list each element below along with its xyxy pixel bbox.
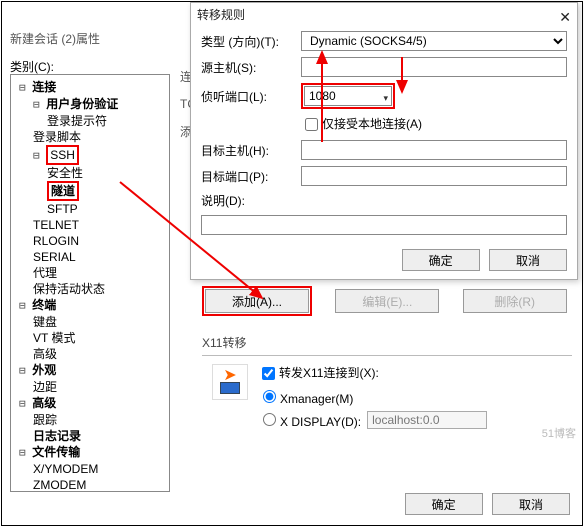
tree-item-xymodem[interactable]: X/YMODEM bbox=[13, 461, 167, 477]
dst-port-input bbox=[301, 166, 567, 186]
listen-port-label: 侦听端口(L): bbox=[201, 88, 301, 105]
tree-item-advanced1[interactable]: 高级 bbox=[13, 346, 167, 362]
tree-item-appearance[interactable]: ⊟ 外观 bbox=[13, 362, 167, 379]
tree-item-login-script[interactable]: 登录脚本 bbox=[13, 129, 167, 145]
listen-port-input[interactable] bbox=[304, 86, 392, 106]
xmanager-radio[interactable]: Xmanager(M) bbox=[258, 387, 353, 406]
category-tree[interactable]: ⊟ 连接 ⊟ 用户身份验证 登录提示符 登录脚本 ⊟ SSH 安全性 隧道 SF… bbox=[10, 74, 170, 492]
collapse-icon: ⊟ bbox=[33, 149, 46, 162]
close-icon[interactable]: ✕ bbox=[559, 5, 571, 29]
window-title: 新建会话 (2)属性 bbox=[10, 30, 100, 47]
forward-x11-checkbox[interactable]: 转发X11连接到(X): bbox=[258, 364, 379, 383]
tree-item-margin[interactable]: 边距 bbox=[13, 379, 167, 395]
tree-item-filetransfer[interactable]: ⊟ 文件传输 bbox=[13, 444, 167, 461]
tree-item-terminal[interactable]: ⊟ 终端 bbox=[13, 297, 167, 314]
dialog-ok-button[interactable]: 确定 bbox=[402, 249, 480, 271]
tree-item-tunnel[interactable]: 隧道 bbox=[13, 181, 167, 201]
tree-item-keyboard[interactable]: 键盘 bbox=[13, 314, 167, 330]
tree-item-trace[interactable]: 跟踪 bbox=[13, 412, 167, 428]
xmanager-icon: ➤ bbox=[212, 364, 248, 400]
xdisplay-input bbox=[367, 411, 487, 429]
dst-host-label: 目标主机(H): bbox=[201, 142, 301, 159]
tree-item-proxy[interactable]: 代理 bbox=[13, 265, 167, 281]
add-button[interactable]: 添加(A)... bbox=[205, 289, 309, 313]
tree-item-rlogin[interactable]: RLOGIN bbox=[13, 233, 167, 249]
type-label: 类型 (方向)(T): bbox=[201, 33, 301, 50]
tree-item-serial[interactable]: SERIAL bbox=[13, 249, 167, 265]
tree-item-advanced2[interactable]: ⊟ 高级 bbox=[13, 395, 167, 412]
cancel-button[interactable]: 取消 bbox=[492, 493, 570, 515]
tree-item-vtmode[interactable]: VT 模式 bbox=[13, 330, 167, 346]
collapse-icon: ⊟ bbox=[19, 446, 32, 459]
category-label: 类别(C): bbox=[10, 58, 54, 75]
x11-title: X11转移 bbox=[202, 334, 572, 351]
edit-button: 编辑(E)... bbox=[335, 289, 439, 313]
tree-item-auth[interactable]: ⊟ 用户身份验证 bbox=[13, 96, 167, 113]
collapse-icon: ⊟ bbox=[33, 98, 46, 111]
delete-button: 删除(R) bbox=[463, 289, 567, 313]
src-host-label: 源主机(S): bbox=[201, 59, 301, 76]
tree-item-zmodem[interactable]: ZMODEM bbox=[13, 477, 167, 492]
tree-item-telnet[interactable]: TELNET bbox=[13, 217, 167, 233]
type-select[interactable]: Dynamic (SOCKS4/5) bbox=[301, 31, 567, 51]
tree-item-logging[interactable]: 日志记录 bbox=[13, 428, 167, 444]
x11-section: X11转移 ➤ 转发X11连接到(X): Xmanager(M) bbox=[202, 334, 572, 433]
tree-item-login-prompt[interactable]: 登录提示符 bbox=[13, 113, 167, 129]
tree-item-security[interactable]: 安全性 bbox=[13, 165, 167, 181]
collapse-icon: ⊟ bbox=[19, 397, 32, 410]
dst-port-label: 目标端口(P): bbox=[201, 168, 301, 185]
tree-item-ssh[interactable]: ⊟ SSH bbox=[13, 145, 167, 165]
xdisplay-radio[interactable]: X DISPLAY(D): bbox=[258, 410, 361, 429]
dst-host-input bbox=[301, 140, 567, 160]
dialog-cancel-button[interactable]: 取消 bbox=[489, 249, 567, 271]
forward-rule-dialog: 转移规则 ✕ 类型 (方向)(T): Dynamic (SOCKS4/5) 源主… bbox=[190, 2, 578, 280]
collapse-icon: ⊟ bbox=[19, 81, 32, 94]
desc-label: 说明(D): bbox=[201, 192, 301, 209]
tree-item-sftp[interactable]: SFTP bbox=[13, 201, 167, 217]
dialog-title: 转移规则 bbox=[197, 8, 245, 22]
watermark: 51博客 bbox=[542, 425, 576, 441]
tree-item-keepalive[interactable]: 保持活动状态 bbox=[13, 281, 167, 297]
ok-button[interactable]: 确定 bbox=[405, 493, 483, 515]
src-host-input[interactable] bbox=[301, 57, 567, 77]
collapse-icon: ⊟ bbox=[19, 299, 32, 312]
collapse-icon: ⊟ bbox=[19, 364, 32, 377]
desc-input[interactable] bbox=[201, 215, 567, 235]
tree-item-connection[interactable]: ⊟ 连接 bbox=[13, 79, 167, 96]
local-only-checkbox[interactable]: 仅接受本地连接(A) bbox=[301, 117, 422, 131]
